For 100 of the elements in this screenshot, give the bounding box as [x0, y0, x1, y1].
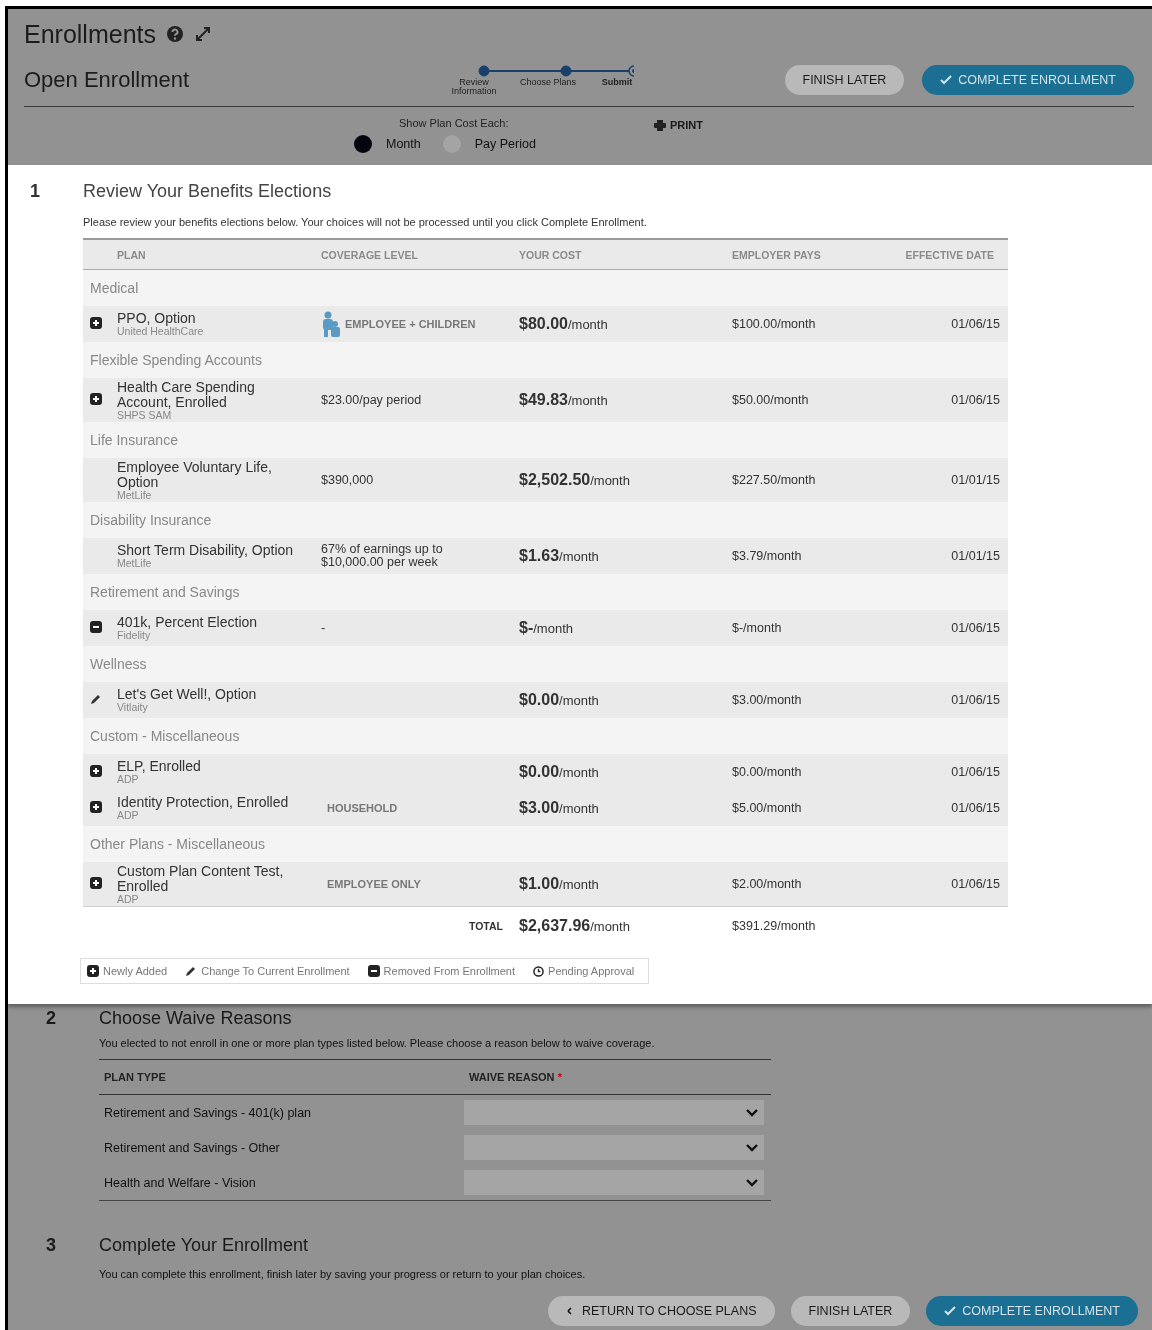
- plan-carrier: Fidelity: [117, 630, 152, 641]
- effective-date: 01/06/15: [950, 621, 1001, 635]
- effective-date: 01/01/15: [950, 549, 1001, 563]
- plan-carrier: ADP: [117, 893, 140, 905]
- waive-reason-dropdown[interactable]: [464, 1135, 764, 1160]
- plan-carrier: MetLife: [117, 489, 152, 501]
- employer-pays: $0.00/month: [732, 765, 803, 779]
- total-employer-pays: $391.29/month: [732, 918, 817, 933]
- your-cost: $2,502.50/month: [519, 471, 631, 489]
- step-label: Submit: [600, 77, 634, 89]
- plan-name: PPO, Option: [117, 311, 197, 326]
- section-number: 3: [46, 1235, 57, 1256]
- category-row: Retirement and Savings: [83, 574, 1008, 610]
- chevron-down-icon: [746, 1143, 758, 1152]
- coverage-level: EMPLOYEE ONLY: [326, 877, 421, 891]
- employer-pays: $3.79/month: [732, 549, 803, 563]
- column-header: EMPLOYER PAYS: [732, 248, 822, 261]
- employer-pays: $50.00/month: [732, 393, 810, 407]
- category-row: Other Plans - Miscellaneous: [83, 826, 1008, 862]
- print-link[interactable]: PRINT: [654, 117, 1134, 133]
- column-header: YOUR COST: [519, 248, 583, 261]
- return-button[interactable]: RETURN TO CHOOSE PLANS: [547, 1296, 775, 1326]
- plan-name: ELP, Enrolled: [117, 759, 202, 774]
- complete-enrollment-button[interactable]: COMPLETE ENROLLMENT: [922, 64, 1134, 95]
- effective-date: 01/06/15: [950, 877, 1001, 891]
- coverage-level: $23.00/pay period: [321, 393, 422, 407]
- plan-carrier: Vitlaity: [117, 702, 149, 713]
- coverage-level: -: [321, 621, 326, 635]
- section-description: You can complete this enrollment, finish later by saving your progress or return to your plan choices.: [99, 1268, 587, 1280]
- effective-date: 01/06/15: [950, 693, 1001, 707]
- plan-type: Retirement and Savings - Other: [103, 1140, 281, 1155]
- employer-pays: $-/month: [732, 621, 783, 635]
- total-label: TOTAL: [467, 919, 504, 932]
- plan-name: Employee Voluntary Life, Option: [117, 459, 273, 490]
- finish-later-button[interactable]: FINISH LATER: [790, 1296, 911, 1326]
- step-label: Choose Plans: [518, 77, 577, 89]
- employer-pays: $2.00/month: [732, 877, 803, 891]
- section-title: Choose Waive Reasons: [99, 1008, 292, 1029]
- plan-name: 401k, Percent Election: [117, 615, 259, 630]
- help-icon[interactable]: [166, 25, 184, 43]
- section-title: Complete Your Enrollment: [99, 1235, 309, 1256]
- employer-pays: $227.50/month: [732, 473, 817, 487]
- your-cost: $-/month: [519, 619, 574, 637]
- category-row: Wellness: [83, 646, 1008, 682]
- plan-type: Retirement and Savings - 401(k) plan: [103, 1105, 313, 1120]
- section-title: Review Your Benefits Elections: [83, 181, 332, 202]
- coverage-level: 67% of earnings up to $10,000.00 per week: [321, 543, 444, 569]
- check-icon: [944, 1306, 957, 1316]
- cost-toggle-label: Show Plan Cost Each:: [399, 117, 509, 129]
- section-number: 2: [46, 1008, 57, 1029]
- column-header: WAIVE REASON *: [468, 1071, 563, 1083]
- plan-carrier: ADP: [117, 810, 139, 821]
- cost-period-radio[interactable]: Month: [354, 135, 421, 153]
- employer-pays: $100.00/month: [732, 317, 817, 331]
- complete-enrollment-button[interactable]: COMPLETE ENROLLMENT: [926, 1296, 1138, 1326]
- plan-carrier: United HealthCare: [117, 326, 205, 337]
- effective-date: 01/06/15: [950, 765, 1001, 779]
- column-header: COVERAGE LEVEL: [321, 248, 419, 261]
- category-row: Flexible Spending Accounts: [83, 342, 1008, 378]
- cost-period-radio[interactable]: Pay Period: [442, 135, 536, 153]
- plan-carrier: MetLife: [117, 558, 153, 569]
- your-cost: $80.00/month: [519, 315, 609, 333]
- plan-name: Short Term Disability, Option: [117, 543, 295, 558]
- your-cost: $1.00/month: [519, 875, 600, 893]
- category-row: Custom - Miscellaneous: [83, 718, 1008, 754]
- employer-pays: $3.00/month: [732, 693, 803, 707]
- plan-name: Health Care Spending Account, Enrolled: [117, 379, 256, 410]
- plan-type: Health and Welfare - Vision: [103, 1175, 257, 1190]
- finish-later-button[interactable]: FINISH LATER: [784, 64, 905, 95]
- plan-name: Custom Plan Content Test, Enrolled: [117, 863, 285, 894]
- total-cost: $2,637.96/month: [519, 916, 631, 935]
- check-icon: [940, 74, 953, 85]
- waive-reason-dropdown[interactable]: [464, 1170, 764, 1195]
- legend-item: Removed From Enrollment: [367, 965, 516, 977]
- your-cost: $1.63/month: [519, 547, 600, 565]
- category-row: Life Insurance: [83, 422, 1008, 458]
- legend-item: Pending Approval: [533, 965, 635, 977]
- category-row: Medical: [83, 270, 1008, 306]
- effective-date: 01/06/15: [950, 801, 1001, 815]
- coverage-level: EMPLOYEE + CHILDREN: [345, 317, 476, 331]
- section-number: 1: [30, 181, 41, 202]
- plan-carrier: SHPS SAM: [117, 409, 173, 421]
- your-cost: $3.00/month: [519, 799, 600, 817]
- column-header: EFFECTIVE DATE: [904, 248, 995, 261]
- effective-date: 01/06/15: [950, 393, 1001, 407]
- plan-name: Identity Protection, Enrolled: [117, 795, 290, 810]
- category-row: Disability Insurance: [83, 502, 1008, 538]
- plan-name: Let's Get Well!, Option: [117, 687, 258, 702]
- waive-reason-dropdown[interactable]: [464, 1100, 764, 1125]
- page-subtitle: Open Enrollment: [24, 66, 191, 93]
- effective-date: 01/06/15: [950, 317, 1001, 331]
- expand-icon[interactable]: [194, 25, 212, 43]
- employer-pays: $5.00/month: [732, 801, 803, 815]
- your-cost: $0.00/month: [519, 691, 600, 709]
- page-title: Enrollments: [24, 19, 156, 49]
- your-cost: $49.83/month: [519, 391, 609, 409]
- section-description: You elected to not enroll in one or more plan types listed below. Please choose a reason below to waive coverage.: [99, 1037, 656, 1049]
- chevron-down-icon: [746, 1178, 758, 1187]
- column-header: PLAN TYPE: [103, 1071, 167, 1083]
- effective-date: 01/01/15: [950, 473, 1001, 487]
